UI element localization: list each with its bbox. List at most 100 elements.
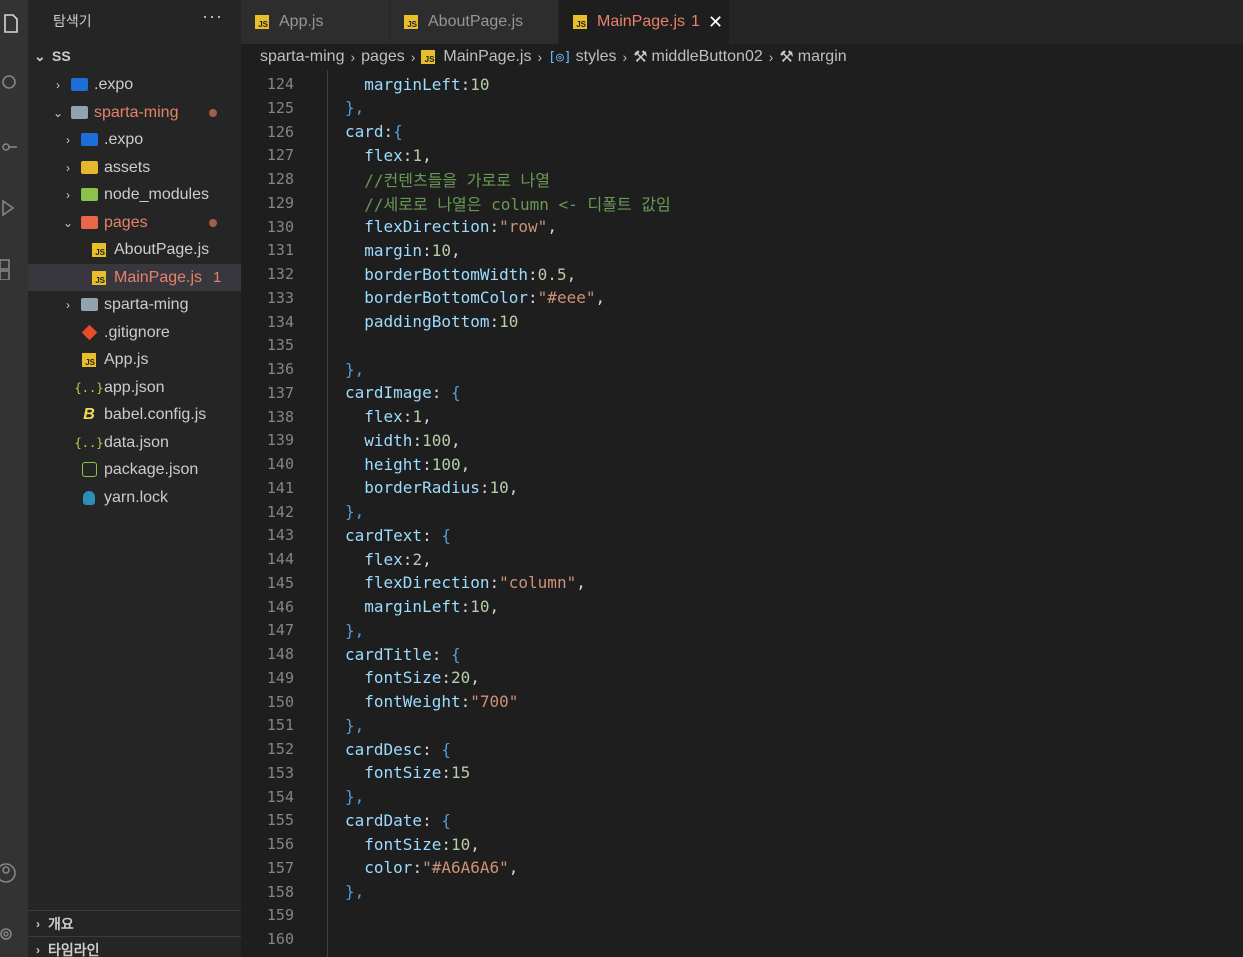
code-line[interactable]: 126 card:{ bbox=[241, 120, 1243, 144]
code-line[interactable]: 138 flex:1, bbox=[241, 405, 1243, 429]
timeline-section[interactable]: › 타임라인 bbox=[28, 936, 241, 957]
code-line[interactable]: 136}, bbox=[241, 357, 1243, 381]
tree-item[interactable]: › .expo bbox=[28, 126, 241, 153]
code-line[interactable]: 150 fontWeight:"700" bbox=[241, 690, 1243, 714]
js-file-icon: JS bbox=[80, 351, 98, 369]
code-line[interactable]: 130 flexDirection:"row", bbox=[241, 215, 1243, 239]
breadcrumb-item[interactable]: sparta-ming bbox=[260, 48, 344, 66]
code-line[interactable]: 127 flex:1, bbox=[241, 143, 1243, 167]
code-line[interactable]: 124 marginLeft:10 bbox=[241, 72, 1243, 96]
code-line[interactable]: 143 cardText: { bbox=[241, 523, 1243, 547]
code-line[interactable]: 125}, bbox=[241, 96, 1243, 120]
code-text: flexDirection:"column", bbox=[364, 573, 586, 593]
breadcrumb-item[interactable]: MainPage.js bbox=[443, 48, 531, 66]
workspace-root-label: SS bbox=[52, 48, 71, 64]
tree-item[interactable]: › node_modules bbox=[28, 181, 241, 208]
line-number: 153 bbox=[266, 763, 294, 782]
code-line[interactable]: 137 cardImage: { bbox=[241, 381, 1243, 405]
tree-item[interactable]: JS AboutPage.js bbox=[28, 236, 241, 263]
tab-aboutpage-js[interactable]: JS AboutPage.js bbox=[390, 0, 559, 44]
breadcrumb-item[interactable]: margin bbox=[798, 48, 847, 66]
code-line[interactable]: 144 flex:2, bbox=[241, 547, 1243, 571]
extensions-icon[interactable] bbox=[0, 258, 22, 280]
code-line[interactable]: 145 flexDirection:"column", bbox=[241, 571, 1243, 595]
code-line[interactable]: 133 borderBottomColor:"#eee", bbox=[241, 286, 1243, 310]
breadcrumb-item[interactable]: pages bbox=[361, 48, 405, 66]
tab-mainpage-js[interactable]: JS MainPage.js 1 ✕ bbox=[559, 0, 730, 44]
code-line[interactable]: 140 height:100, bbox=[241, 452, 1243, 476]
outline-section[interactable]: › 개요 bbox=[28, 910, 241, 937]
breadcrumb-item[interactable]: middleButton02 bbox=[652, 48, 763, 66]
code-line[interactable]: 155 cardDate: { bbox=[241, 808, 1243, 832]
code-text: fontSize:15 bbox=[364, 763, 471, 783]
tab-app-js[interactable]: JS App.js bbox=[241, 0, 390, 44]
tree-item[interactable]: JS App.js bbox=[28, 346, 241, 373]
tab-label: MainPage.js bbox=[597, 13, 686, 30]
breadcrumb-item[interactable]: styles bbox=[576, 48, 617, 66]
code-line[interactable]: 151}, bbox=[241, 713, 1243, 737]
code-line[interactable]: 147}, bbox=[241, 618, 1243, 642]
code-line[interactable]: 146 marginLeft:10, bbox=[241, 595, 1243, 619]
tree-item[interactable]: JS MainPage.js 1 bbox=[28, 264, 241, 291]
code-line[interactable]: 135 bbox=[241, 333, 1243, 357]
line-number: 124 bbox=[266, 75, 294, 93]
line-number: 137 bbox=[266, 383, 294, 402]
code-line[interactable]: 149 fontSize:20, bbox=[241, 666, 1243, 690]
code-line[interactable]: 128 //컨텐츠들을 가로로 나열 bbox=[241, 167, 1243, 191]
line-number: 136 bbox=[266, 360, 294, 378]
tree-item[interactable]: ⌄ pages bbox=[28, 209, 241, 236]
more-actions-button[interactable]: ··· bbox=[202, 6, 223, 27]
chevron-down-icon: ⌄ bbox=[62, 215, 74, 230]
settings-gear-icon[interactable] bbox=[0, 923, 22, 945]
code-line[interactable]: 157 color:"#A6A6A6", bbox=[241, 856, 1243, 880]
code-line[interactable]: 159 bbox=[241, 903, 1243, 927]
code-line[interactable]: 129 //세로로 나열은 column <- 디폴트 값임 bbox=[241, 191, 1243, 215]
code-line[interactable]: 160 bbox=[241, 927, 1243, 951]
tree-item-label: babel.config.js bbox=[104, 405, 207, 423]
account-icon[interactable] bbox=[0, 862, 22, 884]
tree-item[interactable]: › assets bbox=[28, 154, 241, 181]
js-file-icon: JS bbox=[90, 269, 108, 287]
code-line[interactable]: 142}, bbox=[241, 500, 1243, 524]
code-line[interactable]: 154}, bbox=[241, 785, 1243, 809]
tree-item[interactable]: Bbabel.config.js bbox=[28, 401, 241, 428]
code-text: fontWeight:"700" bbox=[364, 692, 519, 711]
code-line[interactable]: 153 fontSize:15 bbox=[241, 761, 1243, 785]
code-line[interactable]: 152 cardDesc: { bbox=[241, 737, 1243, 761]
modified-dot-icon bbox=[209, 218, 217, 227]
code-line[interactable]: 139 width:100, bbox=[241, 428, 1243, 452]
tree-item[interactable]: › sparta-ming bbox=[28, 291, 241, 318]
code-line[interactable]: 148 cardTitle: { bbox=[241, 642, 1243, 666]
tree-item[interactable]: ⌄ sparta-ming bbox=[28, 99, 241, 126]
code-line[interactable]: 132 borderBottomWidth:0.5, bbox=[241, 262, 1243, 286]
code-line[interactable]: 156 fontSize:10, bbox=[241, 832, 1243, 856]
line-number: 127 bbox=[266, 146, 294, 165]
tree-item[interactable]: .gitignore bbox=[28, 319, 241, 346]
code-editor[interactable]: 124 marginLeft:10 125}, 126 card:{127 flex:… bbox=[241, 70, 1243, 957]
workspace-root[interactable]: ⌄ SS bbox=[28, 44, 241, 68]
code-line[interactable]: 141 borderRadius:10, bbox=[241, 476, 1243, 500]
source-control-icon[interactable] bbox=[0, 136, 22, 158]
tree-item[interactable]: package.json bbox=[28, 456, 241, 483]
js-file-icon: JS bbox=[421, 50, 436, 64]
explorer-icon[interactable] bbox=[0, 12, 22, 34]
tree-item[interactable]: {..} data.json bbox=[28, 429, 241, 456]
chevron-right-icon: › bbox=[66, 132, 70, 147]
tree-item[interactable]: › .expo bbox=[28, 71, 241, 98]
run-debug-icon[interactable] bbox=[0, 197, 22, 219]
tree-item[interactable]: yarn.lock bbox=[28, 484, 241, 511]
line-number: 133 bbox=[266, 288, 294, 307]
search-icon[interactable] bbox=[0, 73, 22, 95]
code-text: cardImage: { bbox=[345, 383, 461, 403]
tree-item[interactable]: {..} app.json bbox=[28, 374, 241, 401]
code-line[interactable]: 131 margin:10, bbox=[241, 238, 1243, 262]
code-line[interactable]: 134 paddingBottom:10 bbox=[241, 310, 1243, 334]
close-tab-icon[interactable]: ✕ bbox=[708, 12, 723, 33]
code-line[interactable]: 158}, bbox=[241, 880, 1243, 904]
code-text: fontSize:20, bbox=[364, 668, 480, 688]
tree-item-label: node_modules bbox=[104, 185, 209, 203]
code-text: paddingBottom:10 bbox=[364, 312, 519, 331]
code-text: height:100, bbox=[364, 454, 471, 474]
code-text: cardText: { bbox=[345, 525, 451, 545]
tree-item-label: yarn.lock bbox=[104, 488, 169, 506]
